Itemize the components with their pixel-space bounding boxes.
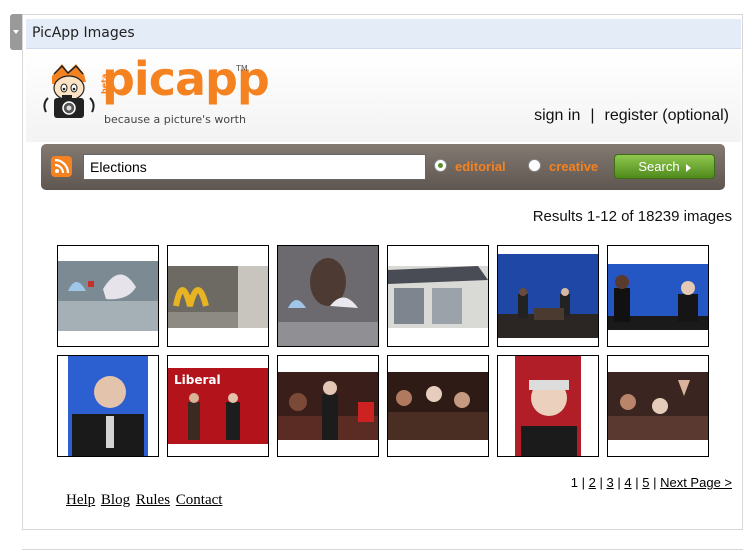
help-link[interactable]: Help — [66, 492, 95, 508]
thumbnail-candidate-crowd[interactable] — [277, 355, 379, 457]
search-button-label: Search — [638, 159, 680, 174]
thumbnail-image: Liberal — [168, 368, 268, 444]
thumbnail-debate-stage-wide[interactable] — [497, 245, 599, 347]
pagination-separator: | — [599, 475, 603, 490]
page-link-3[interactable]: 3 — [606, 475, 613, 490]
collapse-tab[interactable] — [10, 14, 22, 50]
rules-link[interactable]: Rules — [136, 492, 170, 508]
results-count: Results 1-12 of 18239 images — [532, 208, 732, 225]
picapp-widget: PicApp Images beta picapp TM because a p… — [22, 14, 743, 530]
register-link[interactable]: register (optional) — [605, 107, 730, 125]
pagination: 1 | 2 | 3 | 4 | 5 | Next Page > — [571, 475, 732, 490]
thumbnail-debate-obama-mccain[interactable] — [607, 245, 709, 347]
widget-titlebar: PicApp Images — [26, 19, 741, 49]
thumbnail-image — [388, 372, 488, 440]
thumbnail-liberal-rally[interactable]: Liberal — [167, 355, 269, 457]
thumbnail-press-crowd[interactable] — [387, 355, 489, 457]
creative-label[interactable]: creative — [549, 159, 598, 174]
thumbnail-dion-portrait[interactable] — [497, 355, 599, 457]
auth-links: sign in | register (optional) — [534, 107, 729, 125]
picapp-logo[interactable]: beta picapp TM because a picture's worth — [40, 52, 270, 128]
pagination-separator: | — [617, 475, 621, 490]
trademark-mark: TM — [236, 64, 248, 73]
play-arrow-icon — [685, 163, 691, 172]
thumbnail-rally-hands[interactable] — [607, 355, 709, 457]
thumbnail-image — [608, 264, 708, 330]
sign-in-link[interactable]: sign in — [534, 107, 580, 125]
search-button[interactable]: Search — [614, 154, 715, 179]
thumbnail-obama-window-poster[interactable] — [277, 245, 379, 347]
chevron-down-icon — [13, 30, 19, 34]
editorial-radio[interactable] — [434, 159, 447, 172]
thumbnail-bra-storefront[interactable] — [57, 245, 159, 347]
blog-link[interactable]: Blog — [101, 492, 130, 508]
logo-wordmark: picapp — [102, 52, 270, 106]
thumbnail-image — [278, 246, 378, 346]
search-bar: editorial creative Search — [41, 144, 725, 190]
divider — [22, 549, 743, 550]
thumbnail-image — [515, 356, 581, 456]
thumbnail-image — [68, 356, 148, 456]
thumbnail-image — [498, 254, 598, 338]
thumbnail-mcdonalds-window[interactable] — [167, 245, 269, 347]
page-link-5[interactable]: 5 — [642, 475, 649, 490]
editorial-label[interactable]: editorial — [455, 159, 506, 174]
svg-text:Liberal: Liberal — [174, 373, 221, 387]
page-current: 1 — [570, 475, 578, 490]
next-page-link[interactable]: Next Page > — [660, 475, 732, 490]
auth-separator: | — [590, 107, 595, 124]
pagination-separator: | — [581, 475, 585, 490]
contact-link[interactable]: Contact — [176, 492, 223, 508]
footer-links: Help Blog Rules Contact — [66, 492, 224, 509]
pagination-separator: | — [653, 475, 657, 490]
thumbnail-storefront-awning[interactable] — [387, 245, 489, 347]
thumbnail-image — [278, 372, 378, 440]
creative-radio[interactable] — [528, 159, 541, 172]
pagination-separator: | — [635, 475, 639, 490]
page-link-2[interactable]: 2 — [589, 475, 596, 490]
page-link-4[interactable]: 4 — [624, 475, 631, 490]
thumbnail-mccain-portrait[interactable] — [57, 355, 159, 457]
logo-tagline: because a picture's worth — [104, 113, 246, 126]
thumbnail-image — [168, 266, 268, 328]
header: beta picapp TM because a picture's worth… — [26, 50, 741, 142]
thumbnail-image — [608, 372, 708, 440]
thumbnail-image — [58, 261, 158, 331]
widget-title: PicApp Images — [32, 25, 135, 41]
thumbnail-image — [388, 266, 488, 328]
rss-icon[interactable] — [51, 156, 72, 177]
search-input[interactable] — [83, 154, 426, 180]
mascot-icon — [43, 64, 95, 118]
